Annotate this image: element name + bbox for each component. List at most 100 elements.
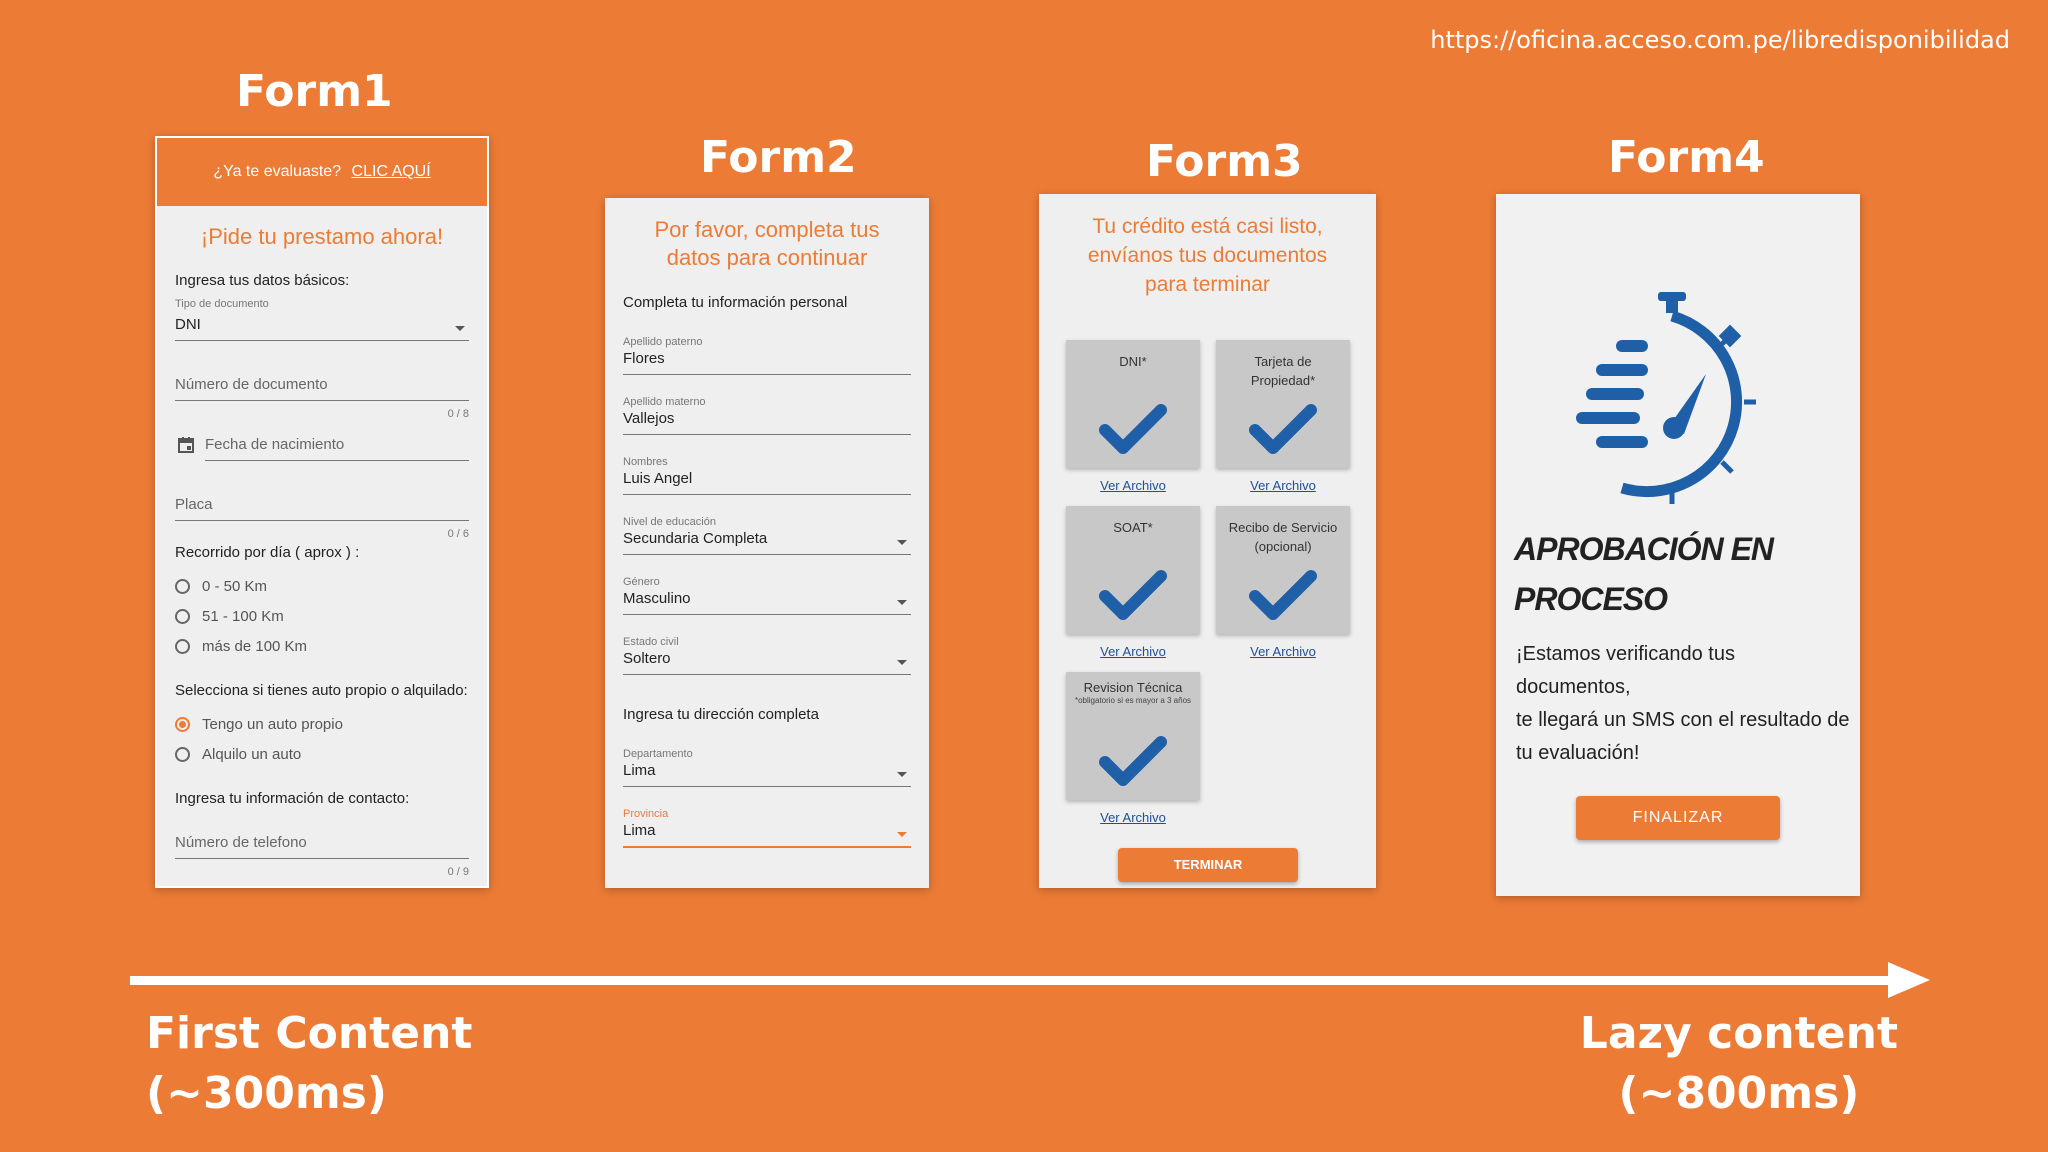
ver-archivo-revision-link[interactable]: Ver Archivo — [1066, 810, 1200, 825]
estado-civil-select[interactable]: Estado civil Soltero — [623, 636, 911, 675]
clic-aqui-link[interactable]: CLIC AQUÍ — [352, 163, 431, 180]
doc-title: SOAT* — [1113, 520, 1153, 535]
chevron-down-icon — [455, 326, 465, 331]
doc-upload-revision[interactable]: Revision Técnica *obligatorio si es mayo… — [1066, 672, 1200, 800]
apellido-materno-input[interactable]: Apellido materno Vallejos — [623, 396, 911, 435]
stopwatch-icon — [1576, 292, 1756, 504]
radio-circle — [175, 579, 190, 594]
form4-title: Form4 — [1608, 132, 1765, 183]
doc-number-input[interactable]: Número de documento — [175, 376, 469, 401]
form4-heading-line: APROBACIÓN EN — [1514, 531, 1774, 567]
terminar-button[interactable]: TERMINAR — [1118, 848, 1298, 882]
field-label: Apellido paterno — [623, 336, 703, 348]
genero-select[interactable]: Género Masculino — [623, 576, 911, 615]
doc-title: Revision Técnica — [1083, 680, 1183, 695]
field-value: Vallejos — [623, 410, 675, 427]
doc-type-label: Tipo de documento — [175, 298, 269, 310]
radio-recorrido-0-50[interactable]: 0 - 50 Km — [175, 578, 267, 595]
field-label: Estado civil — [623, 636, 679, 648]
timeline-arrow-icon — [130, 962, 1930, 998]
check-icon — [1249, 570, 1317, 620]
doc-title-line: Tarjeta de — [1254, 354, 1312, 369]
form3-card: Tu crédito está casi listo, envíanos tus… — [1039, 194, 1376, 888]
radio-alquilo-auto[interactable]: Alquilo un auto — [175, 746, 301, 763]
form4-message-line: tu evaluación! — [1516, 742, 1640, 764]
auto-label: Selecciona si tienes auto propio o alqui… — [175, 682, 468, 699]
form1-heading: ¡Pide tu prestamo ahora! — [200, 224, 444, 249]
apellido-paterno-input[interactable]: Apellido paterno Flores — [623, 336, 911, 375]
field-value: Lima — [623, 762, 656, 779]
phone-counter: 0 / 9 — [447, 866, 469, 878]
lazy-content-time: (~800ms) — [1618, 1068, 1860, 1119]
form3-heading: Tu crédito está casi listo, envíanos tus… — [1039, 212, 1376, 299]
field-label: Departamento — [623, 748, 693, 760]
phone-input[interactable]: Número de telefono — [175, 834, 469, 859]
finalizar-button[interactable]: FINALIZAR — [1576, 796, 1780, 840]
ver-archivo-soat-link[interactable]: Ver Archivo — [1066, 644, 1200, 659]
calendar-icon[interactable] — [177, 436, 195, 454]
doc-title: DNI* — [1119, 354, 1147, 369]
doc-type-value: DNI — [175, 316, 201, 333]
form3-heading-line: para terminar — [1145, 273, 1270, 296]
form4-heading-line: PROCESO — [1514, 581, 1668, 617]
first-content-time: (~300ms) — [146, 1068, 387, 1119]
basic-data-label: Ingresa tus datos básicos: — [175, 272, 350, 289]
source-url: https://oficina.acceso.com.pe/libredispo… — [1430, 26, 2010, 54]
radio-label: 51 - 100 Km — [202, 608, 284, 625]
recorrido-label: Recorrido por día ( aprox ) : — [175, 544, 360, 561]
field-label: Nombres — [623, 456, 668, 468]
field-value: Secundaria Completa — [623, 530, 768, 547]
doc-title: Recibo de Servicio (opcional) — [1216, 518, 1350, 556]
doc-note: *obligatorio si es mayor a 3 años — [1074, 696, 1192, 705]
first-content-line: First Content — [146, 1008, 473, 1059]
doc-upload-tarjeta[interactable]: Tarjeta de Propiedad* — [1216, 340, 1350, 468]
contact-label: Ingresa tu información de contacto: — [175, 790, 410, 807]
birth-date-placeholder: Fecha de nacimiento — [205, 436, 345, 453]
ver-archivo-recibo-link[interactable]: Ver Archivo — [1216, 644, 1350, 659]
radio-label: 0 - 50 Km — [202, 578, 268, 595]
doc-title-line: Propiedad* — [1250, 373, 1316, 388]
form2-heading: Por favor, completa tus datos para conti… — [605, 216, 929, 272]
doc-number-counter: 0 / 8 — [447, 408, 469, 420]
chevron-down-icon — [897, 600, 907, 605]
nombres-input[interactable]: Nombres Luis Angel — [623, 456, 911, 495]
birth-date-input[interactable]: Fecha de nacimiento — [205, 436, 469, 461]
form1-card: ¿Ya te evaluaste? CLIC AQUÍ ¡Pide tu pre… — [155, 136, 489, 888]
field-label: Provincia — [623, 808, 669, 820]
radio-recorrido-mas-100[interactable]: más de 100 Km — [175, 638, 307, 655]
provincia-select[interactable]: Provincia Lima — [623, 808, 911, 848]
form2-card: Por favor, completa tus datos para conti… — [605, 198, 929, 888]
ver-archivo-tarjeta-link[interactable]: Ver Archivo — [1216, 478, 1350, 493]
placa-placeholder: Placa — [175, 496, 213, 513]
radio-label: Tengo un auto propio — [202, 716, 343, 733]
form3-heading-line: Tu crédito está casi listo, — [1092, 215, 1323, 238]
chevron-down-icon — [897, 540, 907, 545]
doc-title-line: Recibo de Servicio — [1228, 520, 1338, 535]
field-value: Masculino — [623, 590, 691, 607]
radio-recorrido-51-100[interactable]: 51 - 100 Km — [175, 608, 284, 625]
doc-type-select[interactable]: Tipo de documento DNI — [175, 298, 469, 341]
doc-upload-dni[interactable]: DNI* — [1066, 340, 1200, 468]
radio-auto-propio[interactable]: Tengo un auto propio — [175, 716, 343, 733]
radio-circle — [175, 747, 190, 762]
placa-input[interactable]: Placa — [175, 496, 469, 521]
ver-archivo-dni-link[interactable]: Ver Archivo — [1066, 478, 1200, 493]
personal-info-label: Completa tu información personal — [623, 294, 848, 311]
departamento-select[interactable]: Departamento Lima — [623, 748, 911, 787]
nivel-educacion-select[interactable]: Nivel de educación Secundaria Completa — [623, 516, 911, 555]
form4-heading: APROBACIÓN EN PROCESO — [1514, 524, 1774, 624]
check-icon — [1099, 570, 1167, 620]
form4-card: APROBACIÓN EN PROCESO ¡Estamos verifican… — [1496, 194, 1860, 896]
form1-title: Form1 — [236, 66, 393, 117]
radio-circle — [175, 639, 190, 654]
radio-circle-selected — [175, 717, 190, 732]
form4-message: ¡Estamos verificando tus documentos, te … — [1516, 638, 1850, 770]
doc-upload-recibo[interactable]: Recibo de Servicio (opcional) — [1216, 506, 1350, 634]
placa-counter: 0 / 6 — [447, 528, 469, 540]
field-label: Apellido materno — [623, 396, 706, 408]
form2-title: Form2 — [700, 132, 857, 183]
chevron-down-icon — [897, 832, 907, 837]
chevron-down-icon — [897, 772, 907, 777]
doc-upload-soat[interactable]: SOAT* — [1066, 506, 1200, 634]
doc-title-line: (opcional) — [1254, 539, 1312, 554]
